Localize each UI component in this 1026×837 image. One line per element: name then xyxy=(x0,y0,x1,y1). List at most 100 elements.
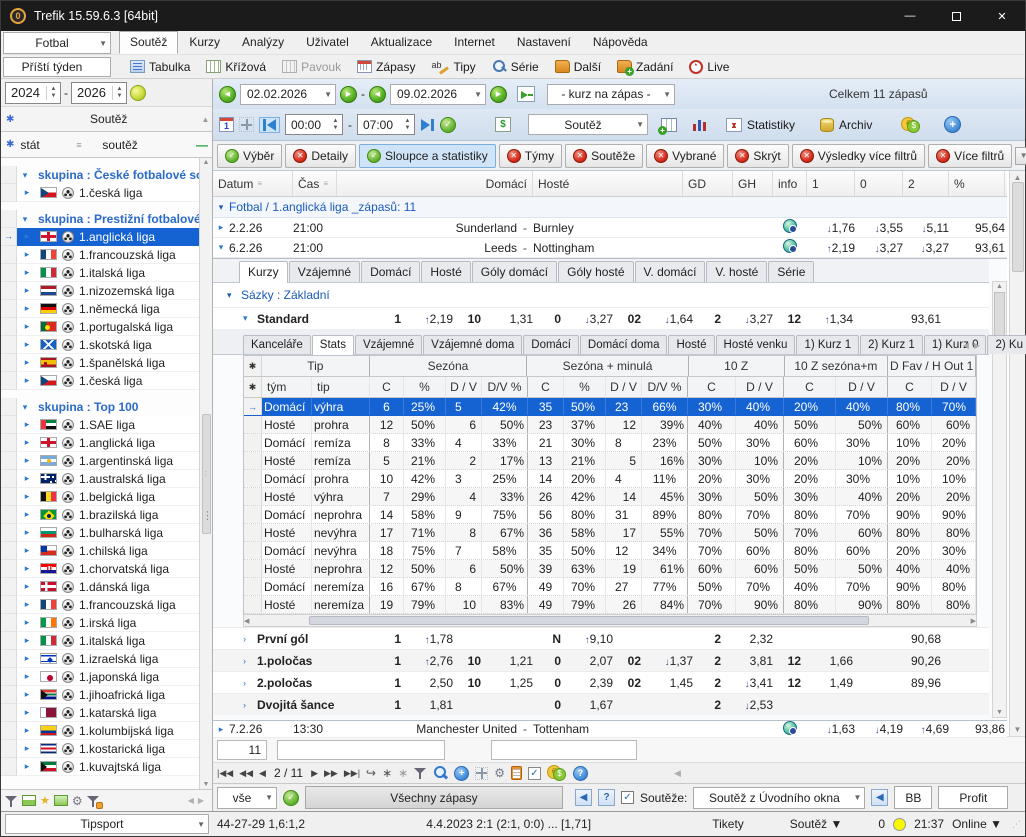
league-group[interactable]: ▾ skupina : Top 100 xyxy=(1,398,199,416)
filter-button-v-ce-filtr[interactable]: ✕ Více filtrů xyxy=(928,143,1013,168)
wand-icon[interactable]: ★ xyxy=(40,794,50,807)
spinner-arrows-icon[interactable]: ▲ ▼ xyxy=(46,85,60,100)
stats-subcol-13[interactable]: D / V xyxy=(836,377,888,397)
soutez-select[interactable]: Soutěž ▼ xyxy=(528,114,648,135)
column-header-datum[interactable]: Datum ≡ xyxy=(213,171,293,196)
stats-row-dom-c-v-hra[interactable]: → Domácí výhra 6 25% 5 42% 35 50% 23 66% 30% 40% 20% 4… xyxy=(244,398,976,416)
sidebar-item-1-portugalsk-liga[interactable]: ▸ 1.portugalská liga xyxy=(1,318,199,336)
expand-icon[interactable]: ▸ xyxy=(19,303,35,314)
tab-g-ly-host[interactable]: Góly hosté xyxy=(558,261,634,282)
scroll-down-icon[interactable]: ▼ xyxy=(996,709,1003,716)
sazky-header[interactable]: ▾ Sázky : Základní xyxy=(213,283,989,307)
sidebar-item-1-brazilsk-liga[interactable]: ▸ 1.brazilská liga xyxy=(1,506,199,524)
time-from-spinner[interactable]: 00:00 ▲ ▼ xyxy=(285,114,343,135)
next-date-icon[interactable]: ▶ xyxy=(340,85,357,103)
search-icon[interactable] xyxy=(433,766,448,780)
sidebar-item-1-esk-liga[interactable]: ▸ 1.česká liga xyxy=(1,372,199,390)
stats-tab-2-ku[interactable]: 2) Ku xyxy=(987,335,1026,354)
stats-row-dom-c-rem-za[interactable]: Domácí remíza 8 33% 4 33% 21 30% 8 23% 50% 30% 60% 30… xyxy=(244,434,976,452)
column-header-1[interactable]: 1 xyxy=(807,171,855,196)
stats-tab-host-venku[interactable]: Hosté venku xyxy=(715,335,796,354)
statistics-button[interactable]: Statistiky xyxy=(720,116,801,134)
archive-button[interactable]: Archiv xyxy=(814,116,878,134)
back-arrow2-button[interactable]: ◀ xyxy=(871,789,889,806)
expand-icon[interactable]: ▸ xyxy=(19,437,35,448)
expand-icon[interactable]: ▸ xyxy=(19,743,35,754)
gear-icon[interactable]: ⚙ xyxy=(494,766,505,780)
tikety-button[interactable]: Tikety xyxy=(712,817,744,831)
expand-icon[interactable]: ▸ xyxy=(19,671,35,682)
year-from-spinner[interactable]: 2024 ▲ ▼ xyxy=(5,81,61,104)
league-group-row[interactable]: ▾ Fotbal / 1.anglická liga _zápasů: 11 xyxy=(213,197,1007,218)
coins-icon[interactable] xyxy=(901,116,921,133)
expand-icon[interactable]: › xyxy=(243,678,257,688)
bet-row-prvn-g-l[interactable]: › První gól 1 ↑1,78 N ↑9,10 2 2,32 90,68 xyxy=(213,627,989,649)
expand-icon[interactable]: ▸ xyxy=(19,339,35,350)
tab-v-host[interactable]: V. hosté xyxy=(706,261,768,282)
bet-row-1-polo-as[interactable]: › 1.poločas 1 ↑2,76 10 1,21 0 2,07 02 ↓1,37 2 3,81 1… xyxy=(213,649,989,671)
expand-icon[interactable]: ▸ xyxy=(19,599,35,610)
expand-icon[interactable]: ▸ xyxy=(19,357,35,368)
soutez-status-button[interactable]: Soutěž ▼ xyxy=(790,817,843,831)
main-scrollbar[interactable]: ▲ ▼ xyxy=(1009,171,1025,736)
add-icon[interactable]: + xyxy=(944,116,962,133)
menu-tab-internet[interactable]: Internet xyxy=(443,31,506,54)
stats-tab-host[interactable]: Hosté xyxy=(668,335,715,354)
filter-button-sloupce-a-statistiky[interactable]: ✓ Sloupce a statistiky xyxy=(359,143,496,168)
stats-row-host-nerem-za[interactable]: Hosté neremíza 19 79% 10 83% 49 79% 26 84% 70% 90% 8… xyxy=(244,596,976,614)
sidebar-item-1-jihoafrick-liga[interactable]: ▸ 1.jihoafrická liga xyxy=(1,686,199,704)
column-stat[interactable]: stát xyxy=(18,138,76,152)
globe-icon[interactable] xyxy=(783,219,797,233)
expand-icon[interactable]: ▸ xyxy=(19,653,35,664)
expand-icon[interactable]: ▸ xyxy=(19,231,35,242)
expand-icon[interactable]: ▸ xyxy=(19,545,35,556)
panel-icon[interactable] xyxy=(53,795,68,806)
sidebar-item-1-nizozemsk-liga[interactable]: ▸ 1.nizozemská liga xyxy=(1,282,199,300)
date-from-select[interactable]: 02.02.2026 ▼ xyxy=(240,83,336,105)
bar-chart-icon[interactable] xyxy=(692,118,707,131)
scroll-left-icon[interactable]: ◀ xyxy=(244,617,249,625)
toolbar-button-live[interactable]: Live xyxy=(682,58,736,76)
league-group[interactable]: ▾ skupina : České fotbalové sou xyxy=(1,166,199,184)
stats-subcol-2[interactable]: C xyxy=(370,377,404,397)
close-button[interactable]: ✕ xyxy=(979,1,1025,31)
sidebar-item-1-italsk-liga[interactable]: ▸ 1.italská liga xyxy=(1,632,199,650)
stats-subcol-6[interactable]: C xyxy=(528,377,564,397)
sidebar-item-1-francouzsk-liga[interactable]: ▸ 1.francouzská liga xyxy=(1,596,199,614)
bet-row-standard[interactable]: ▾ Standard 1 ↑2,19 10 1,31 0 ↓3,27 02 ↓1,64 2 ↓3,27… xyxy=(213,307,989,329)
next-date2-icon[interactable]: ▶ xyxy=(490,85,507,103)
menu-tab-n-pov-da[interactable]: Nápověda xyxy=(582,31,659,54)
scroll-up-icon[interactable]: ▲ xyxy=(1014,173,1022,182)
checkbox-icon[interactable]: ✓ xyxy=(528,766,541,780)
stats-subcol-8[interactable]: D / V xyxy=(606,377,642,397)
period-select[interactable]: Příští týden xyxy=(3,56,111,77)
stats-row-host-nev-hra[interactable]: Hosté nevýhra 17 71% 8 67% 36 58% 17 55% 70% 50% 70%… xyxy=(244,524,976,542)
prev-date2-icon[interactable]: ◀ xyxy=(369,85,386,103)
sidebar-item-1-izraelsk-liga[interactable]: ▸ 1.izraelská liga xyxy=(1,650,199,668)
tennis-ball-icon[interactable] xyxy=(130,84,146,101)
filter-button-v-sledky-v-ce-filtr[interactable]: ✕ Výsledky více filtrů xyxy=(791,143,926,168)
column-header-0[interactable]: 0 xyxy=(855,171,903,196)
sidebar-item-1-belgick-liga[interactable]: ▸ 1.belgická liga xyxy=(1,488,199,506)
expand-icon[interactable]: ▸ xyxy=(19,249,35,260)
date-to-select[interactable]: 09.02.2026 ▼ xyxy=(390,83,486,105)
collapse-icon[interactable]: ▾ xyxy=(17,170,33,181)
expand-icon[interactable]: ▸ xyxy=(19,581,35,592)
online-status-button[interactable]: Online ▼ xyxy=(952,817,1002,831)
filter-icon[interactable] xyxy=(5,795,18,807)
filter-button-v-b-r[interactable]: ✓ Výběr xyxy=(217,143,283,168)
asterisk-icon[interactable]: ✱ xyxy=(6,114,14,125)
column-header-[interactable]: % xyxy=(949,171,1005,196)
filter-button-t-my[interactable]: ✕ Týmy xyxy=(498,143,563,168)
sidebar-item-1-kuvajtsk-liga[interactable]: ▸ 1.kuvajtská liga xyxy=(1,758,199,776)
expand-icon[interactable]: › xyxy=(243,700,257,710)
uvodni-select[interactable]: Soutěž z Úvodního okna ▼ xyxy=(693,786,866,809)
column-header-dom-c[interactable]: Domácí xyxy=(337,171,533,196)
column-header-info[interactable]: info xyxy=(773,171,807,196)
spinner-arrows-icon[interactable]: ▲ ▼ xyxy=(401,118,414,132)
menu-tab-u-ivatel[interactable]: Uživatel xyxy=(295,31,360,54)
gear-icon[interactable]: ⚙ xyxy=(72,794,83,808)
expand-icon[interactable]: ▸ xyxy=(19,617,35,628)
scroll-up-icon[interactable]: ▲ xyxy=(203,159,210,166)
move-icon[interactable] xyxy=(475,766,489,780)
